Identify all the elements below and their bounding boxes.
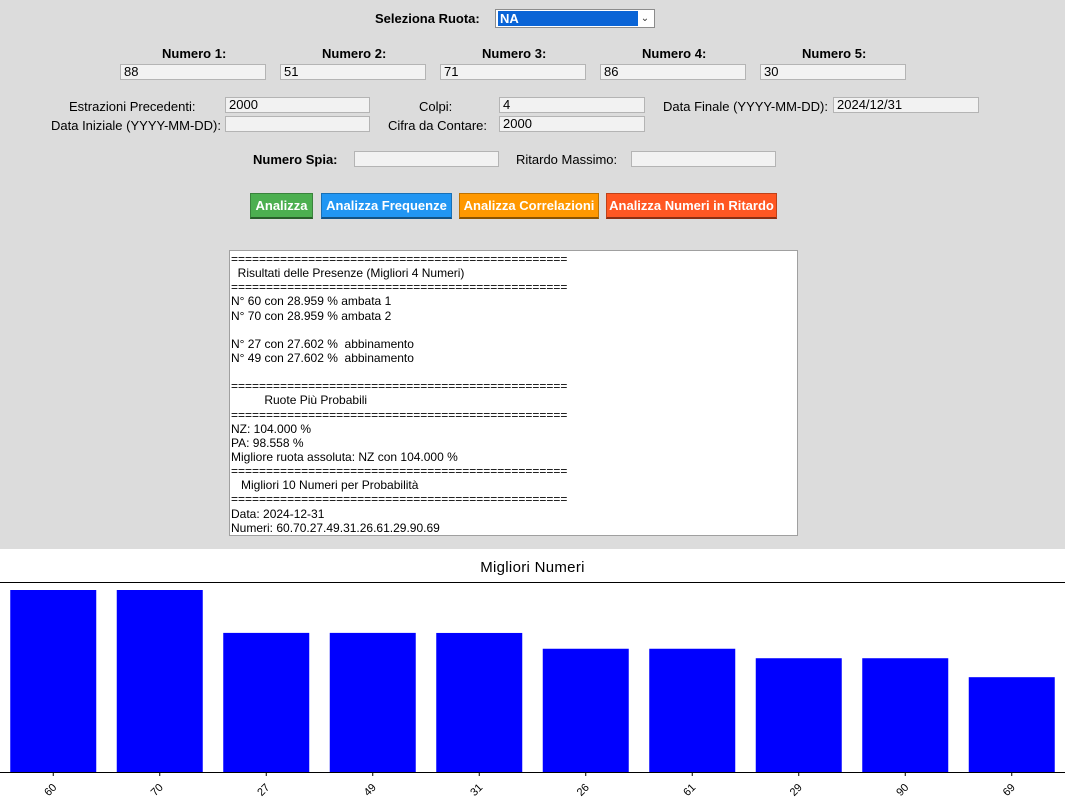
- number-3-input[interactable]: 71: [440, 64, 586, 80]
- number-4-input[interactable]: 86: [600, 64, 746, 80]
- results-line: NZ: 104.000 %: [231, 421, 312, 436]
- number-3-label: Numero 3:: [482, 46, 547, 61]
- results-line: N° 70 con 28.959 % ambata 2: [231, 308, 392, 323]
- bar-29: [755, 658, 842, 772]
- wheel-selected-value: NA: [498, 11, 638, 26]
- results-line: ========================================…: [231, 252, 568, 266]
- x-tick-label: 27: [255, 782, 272, 799]
- x-tick-label: 69: [1001, 782, 1018, 799]
- ritardo-massimo-label: Ritardo Massimo:: [516, 152, 618, 167]
- analizza-numeri-ritardo-button[interactable]: Analizza Numeri in Ritardo: [606, 193, 777, 219]
- bar-61: [649, 648, 736, 772]
- results-line: ========================================…: [231, 280, 568, 295]
- data-finale-label: Data Finale (YYYY-MM-DD):: [663, 99, 828, 114]
- results-line: ========================================…: [231, 407, 568, 422]
- results-textbox[interactable]: ========================================…: [229, 250, 798, 536]
- x-tick-label: 70: [149, 782, 166, 799]
- analizza-correlazioni-button[interactable]: Analizza Correlazioni: [459, 193, 599, 219]
- results-line: N° 60 con 28.959 % ambata 1: [231, 294, 392, 309]
- results-line: N° 27 con 27.602 % abbinamento: [231, 336, 414, 351]
- data-finale-input[interactable]: 2024/12/31: [833, 97, 979, 113]
- results-line: Risultati delle Presenze (Migliori 4 Num…: [231, 266, 465, 281]
- number-1-label: Numero 1:: [162, 46, 227, 61]
- x-tick-label: 31: [468, 782, 485, 799]
- bar-70: [116, 590, 203, 772]
- number-2-label: Numero 2:: [322, 46, 387, 61]
- number-5-label: Numero 5:: [802, 46, 867, 61]
- cifra-input[interactable]: 2000: [499, 116, 645, 132]
- estrazioni-label: Estrazioni Precedenti:: [69, 99, 196, 114]
- results-line: Ruote Più Probabili: [231, 393, 368, 408]
- results-line: [231, 323, 797, 337]
- results-line: Migliore ruota assoluta: NZ con 104.000 …: [231, 449, 458, 464]
- form-panel: Seleziona Ruota: NA ⌄ Numero 1: 88 Numer…: [0, 0, 1065, 549]
- data-iniziale-label: Data Iniziale (YYYY-MM-DD):: [51, 118, 222, 133]
- number-1-input[interactable]: 88: [120, 64, 266, 80]
- x-tick-label: 90: [894, 782, 911, 799]
- bar-26: [542, 648, 629, 772]
- bar-90: [862, 658, 949, 772]
- chevron-down-icon[interactable]: ⌄: [638, 11, 652, 26]
- bar-69: [968, 677, 1055, 772]
- colpi-input[interactable]: 4: [499, 97, 645, 113]
- results-line: Data: 2024-12-31: [231, 506, 325, 521]
- bar-31: [436, 632, 523, 772]
- x-tick-label: 49: [362, 782, 379, 799]
- results-line: ========================================…: [231, 492, 568, 507]
- estrazioni-input[interactable]: 2000: [225, 97, 370, 113]
- number-5-input[interactable]: 30: [760, 64, 906, 80]
- analizza-frequenze-button[interactable]: Analizza Frequenze: [321, 193, 452, 219]
- numero-spia-input[interactable]: [354, 151, 499, 167]
- bar-49: [329, 632, 416, 772]
- results-line: Numeri: 60.70.27.49.31.26.61.29.90.69: [231, 520, 440, 535]
- x-tick-label: 26: [575, 782, 592, 799]
- x-tick-label: 61: [681, 782, 698, 799]
- results-line: PA: 98.558 %: [231, 435, 304, 450]
- data-iniziale-input[interactable]: [225, 116, 370, 132]
- ritardo-massimo-input[interactable]: [631, 151, 776, 167]
- wheel-label: Seleziona Ruota:: [375, 11, 480, 26]
- bar-60: [10, 590, 97, 772]
- results-line: ========================================…: [231, 379, 568, 394]
- x-tick-label: 60: [42, 782, 59, 799]
- analizza-button[interactable]: Analizza: [250, 193, 313, 219]
- x-tick-label: 29: [788, 782, 805, 799]
- results-line: [231, 365, 797, 379]
- cifra-label: Cifra da Contare:: [388, 118, 487, 133]
- wheel-select[interactable]: NA ⌄: [495, 9, 655, 28]
- number-2-input[interactable]: 51: [280, 64, 426, 80]
- bar-27: [223, 632, 310, 772]
- results-line: Migliori 10 Numeri per Probabilità: [231, 478, 419, 493]
- results-line: ========================================…: [231, 464, 568, 479]
- results-line: N° 49 con 27.602 % abbinamento: [231, 350, 414, 365]
- number-4-label: Numero 4:: [642, 46, 707, 61]
- best-numbers-chart: 60 70 27 49 31 26 61 29 90 69: [0, 582, 1065, 799]
- numero-spia-label: Numero Spia:: [253, 152, 338, 167]
- colpi-label: Colpi:: [419, 99, 453, 114]
- chart-title: Migliori Numeri: [480, 559, 585, 576]
